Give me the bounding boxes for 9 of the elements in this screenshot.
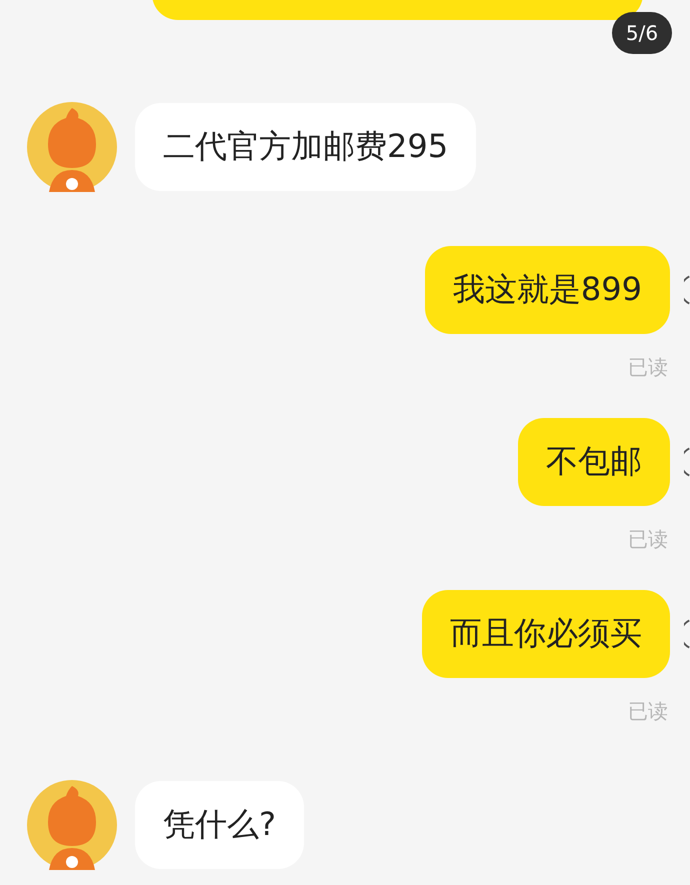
read-status: 已读 bbox=[627, 698, 669, 725]
message-bubble: 而且你必须买 bbox=[422, 590, 670, 678]
read-status: 已读 bbox=[627, 526, 669, 553]
page-counter: 5/6 bbox=[612, 12, 672, 54]
message-bubble: 不包邮 bbox=[518, 418, 670, 506]
message-bubble: 凭什么? bbox=[135, 781, 304, 869]
message-bubble: 我这就是899 bbox=[424, 246, 670, 334]
read-status: 已读 bbox=[627, 354, 669, 381]
message-bubble: 二代官方加邮费295 bbox=[135, 103, 476, 191]
